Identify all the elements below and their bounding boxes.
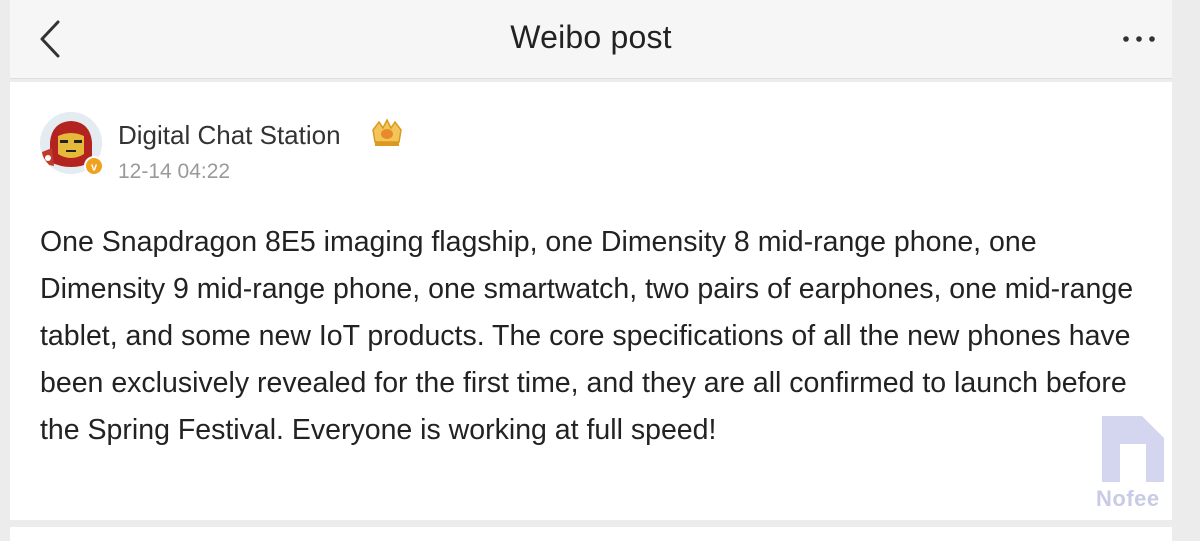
- more-horizontal-icon: [1123, 36, 1155, 42]
- top-navigation-bar: Weibo post: [10, 0, 1172, 79]
- author-name[interactable]: Digital Chat Station: [118, 120, 341, 151]
- crown-badge-icon[interactable]: [367, 118, 407, 150]
- verified-badge-icon: v: [84, 156, 104, 176]
- svg-text:v: v: [91, 162, 98, 174]
- author-avatar[interactable]: v: [40, 112, 106, 178]
- post-timestamp: 12-14 04:22: [118, 160, 231, 183]
- post-card: v Digital Chat Station 12-14 04:22 One S…: [10, 82, 1172, 520]
- page-title: Weibo post: [510, 19, 672, 55]
- weibo-post-screen: Weibo post v Digital Chat Station 12-14 …: [0, 0, 1200, 541]
- more-options-button[interactable]: [1120, 22, 1160, 56]
- next-card-edge: [10, 527, 1172, 541]
- post-body-text: One Snapdragon 8E5 imaging flagship, one…: [40, 226, 1134, 446]
